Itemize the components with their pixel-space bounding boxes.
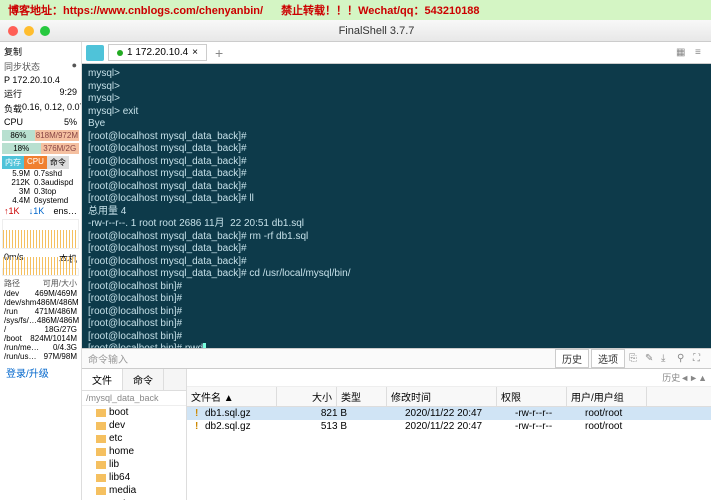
history-label[interactable]: 历史 xyxy=(662,371,680,384)
tool-icon[interactable]: ⎘ xyxy=(629,353,641,365)
add-tab-button[interactable]: + xyxy=(211,45,227,61)
network-graph xyxy=(2,219,79,249)
process-list: 5.9M0.7 sshd 212K0.3 audispd 3M0.3 top 4… xyxy=(2,169,79,205)
status-dot-icon xyxy=(117,50,123,56)
file-icon: ! xyxy=(191,421,201,432)
tab-files[interactable]: 文件 xyxy=(82,369,123,390)
tool-icon[interactable]: ⤓ xyxy=(661,353,673,365)
tool-icon[interactable]: ⛶ xyxy=(693,353,705,365)
copy-label[interactable]: 复制 xyxy=(4,45,22,58)
nav-up-icon[interactable]: ▲ xyxy=(698,373,707,383)
col-owner[interactable]: 用户/用户组 xyxy=(567,387,647,406)
tree-item[interactable]: media xyxy=(82,484,186,497)
tool-icon[interactable]: ✎ xyxy=(645,353,657,365)
command-bar: 命令输入 历史 选项 ⎘ ✎ ⤓ ⚲ ⛶ xyxy=(82,348,711,368)
tree-item[interactable]: boot xyxy=(82,406,186,419)
host-ip: P 172.20.10.4 xyxy=(4,75,60,85)
nav-fwd-icon[interactable]: ► xyxy=(689,373,698,383)
app-title: FinalShell 3.7.7 xyxy=(50,25,703,37)
folder-icon[interactable] xyxy=(86,45,104,61)
tool-icon[interactable]: ⚲ xyxy=(677,353,689,365)
file-tree: 文件 命令 /mysql_data_back boot dev etc home… xyxy=(82,369,187,500)
session-tabs: 1 172.20.10.4 × + ▦ ≡ xyxy=(82,42,711,64)
window-titlebar: FinalShell 3.7.7 xyxy=(0,20,711,42)
session-tab[interactable]: 1 172.20.10.4 × xyxy=(108,44,207,61)
history-button[interactable]: 历史 xyxy=(555,349,589,368)
tree-item[interactable]: dev xyxy=(82,419,186,432)
col-mtime[interactable]: 修改时间 xyxy=(387,387,497,406)
stats-sidebar: 复制 同步状态● P 172.20.10.4 运行 9:29 负载 0.16, … xyxy=(0,42,82,500)
nav-back-icon[interactable]: ◄ xyxy=(680,373,689,383)
list-icon[interactable]: ≡ xyxy=(695,47,707,59)
terminal[interactable]: mysql> mysql> mysql> mysql> exit Bye [ro… xyxy=(82,64,711,348)
close-tab-icon[interactable]: × xyxy=(192,47,198,58)
file-panel: 文件 命令 /mysql_data_back boot dev etc home… xyxy=(82,368,711,500)
options-button[interactable]: 选项 xyxy=(591,349,625,368)
col-type[interactable]: 类型 xyxy=(337,387,387,406)
file-list: 历史 ◄►▲ 文件名 ▲ 大小 类型 修改时间 权限 用户/用户组 ! db1.… xyxy=(187,369,711,500)
col-name[interactable]: 文件名 ▲ xyxy=(187,387,277,406)
maximize-icon[interactable] xyxy=(40,26,50,36)
file-icon: ! xyxy=(191,408,201,419)
tab-memory[interactable]: 内存 xyxy=(2,156,24,169)
tree-item[interactable]: etc xyxy=(82,432,186,445)
login-link[interactable]: 登录/升级 xyxy=(2,361,79,384)
path-display[interactable]: /mysql_data_back xyxy=(82,391,186,406)
close-icon[interactable] xyxy=(8,26,18,36)
file-row[interactable]: ! db1.sql.gz 821 B 2020/11/22 20:47 -rw-… xyxy=(187,407,711,420)
tab-commands[interactable]: 命令 xyxy=(123,369,164,390)
disk-graph xyxy=(2,268,79,276)
tab-cmd[interactable]: 命令 xyxy=(47,156,69,169)
minimize-icon[interactable] xyxy=(24,26,34,36)
tree-item[interactable]: home xyxy=(82,445,186,458)
col-perm[interactable]: 权限 xyxy=(497,387,567,406)
watermark-banner: 博客地址：https://www.cnblogs.com/chenyanbin/… xyxy=(0,0,711,20)
tab-cpu[interactable]: CPU xyxy=(24,156,47,169)
tree-item[interactable]: lib xyxy=(82,458,186,471)
col-size[interactable]: 大小 xyxy=(277,387,337,406)
grid-icon[interactable]: ▦ xyxy=(676,47,688,59)
file-row[interactable]: ! db2.sql.gz 513 B 2020/11/22 20:47 -rw-… xyxy=(187,420,711,433)
command-input[interactable]: 命令输入 xyxy=(88,351,128,366)
tree-item[interactable]: lib64 xyxy=(82,471,186,484)
